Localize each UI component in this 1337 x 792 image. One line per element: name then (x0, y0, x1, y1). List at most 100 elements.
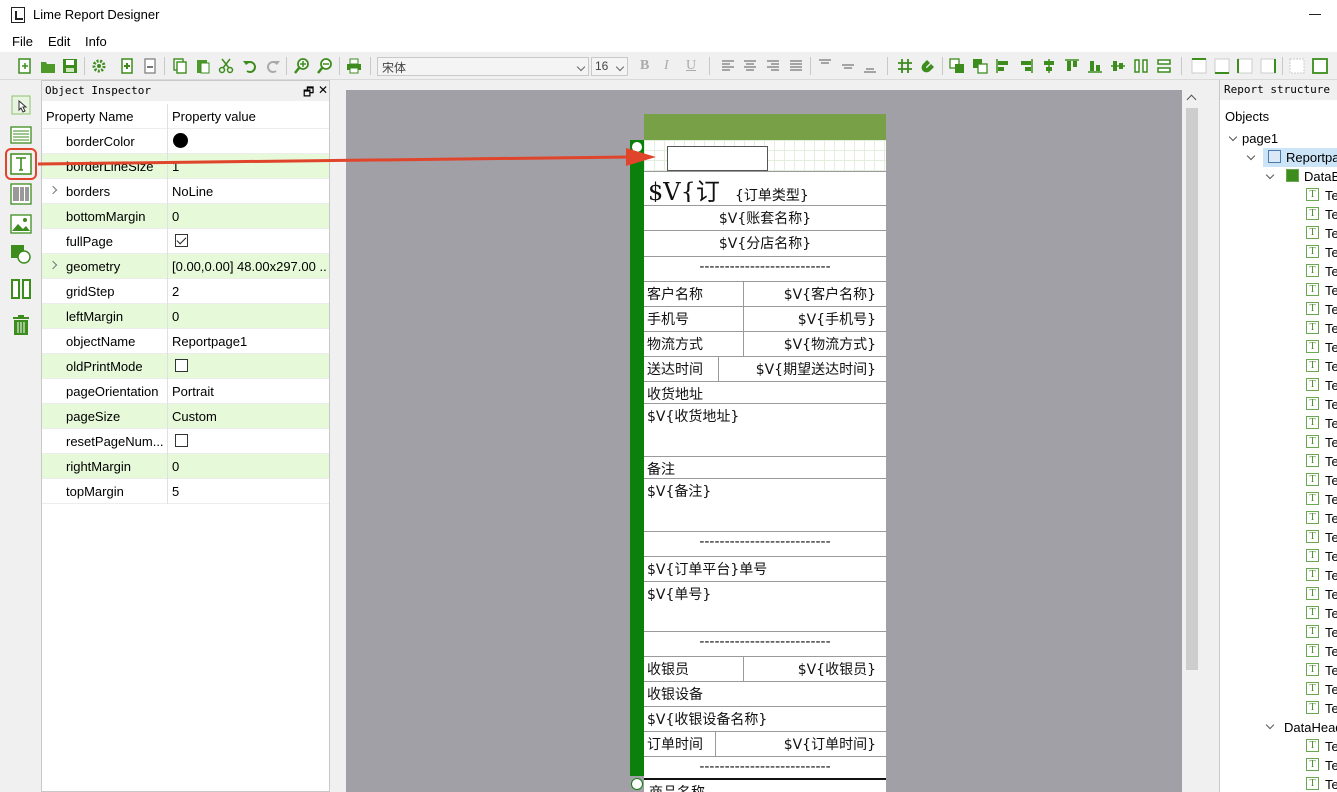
report-row[interactable]: 物流方式 $V{物流方式} (644, 331, 886, 357)
tree-text-item[interactable]: Te (1325, 701, 1337, 716)
valign-center-icon[interactable] (840, 58, 856, 74)
shape-icon[interactable] (10, 243, 32, 265)
report-row[interactable]: 收银员 $V{收银员} (644, 656, 886, 682)
report-row[interactable]: $V{订 {订单类型} (644, 171, 886, 205)
property-row-pageorientation[interactable]: pageOrientation Portrait (42, 379, 329, 404)
tree-text-item[interactable]: Te (1325, 473, 1337, 488)
report-row[interactable]: -------------------------- (644, 631, 886, 656)
align-lefts-icon[interactable] (995, 58, 1011, 74)
tree-text-item[interactable]: Te (1325, 739, 1337, 754)
report-row[interactable]: -------------------------- (644, 756, 886, 778)
trash-icon[interactable] (10, 314, 32, 336)
property-row-resetpagenum[interactable]: resetPageNum... (42, 429, 329, 454)
tree-text-item[interactable]: Te (1325, 625, 1337, 640)
align-hcenter-icon[interactable] (1041, 58, 1057, 74)
tree-text-item[interactable]: Te (1325, 663, 1337, 678)
property-row-topmargin[interactable]: topMargin 5 (42, 479, 329, 504)
tree-text-item[interactable]: Te (1325, 378, 1337, 393)
font-size-combo[interactable]: 16 (591, 57, 628, 76)
send-back-icon[interactable] (972, 58, 988, 74)
border-left-icon[interactable] (1237, 58, 1253, 74)
grid-icon[interactable] (897, 58, 913, 74)
chevron-down-icon[interactable] (1265, 170, 1275, 180)
property-row-objectname[interactable]: objectName Reportpage1 (42, 329, 329, 354)
valign-top-icon[interactable] (817, 58, 833, 74)
selected-text-item[interactable] (667, 146, 768, 171)
tree-text-item[interactable]: Te (1325, 587, 1337, 602)
color-swatch[interactable] (173, 133, 188, 148)
property-row-oldprintmode[interactable]: oldPrintMode (42, 354, 329, 379)
tree-text-item[interactable]: Te (1325, 758, 1337, 773)
italic-button[interactable]: I (664, 58, 669, 74)
border-bottom-icon[interactable] (1214, 58, 1230, 74)
property-row-pagesize[interactable]: pageSize Custom (42, 404, 329, 429)
report-row[interactable]: $V{收银设备名称} (644, 706, 886, 731)
tree-dataheader[interactable]: DataHead (1284, 720, 1337, 735)
tree-reportpage[interactable]: Reportpa (1286, 150, 1337, 165)
tree-text-item[interactable]: Te (1325, 606, 1337, 621)
report-row[interactable]: 订单时间 $V{订单时间} (644, 731, 886, 757)
tree-databand[interactable]: DataB (1304, 169, 1337, 184)
menu-edit[interactable]: Edit (48, 34, 70, 49)
valign-bottom-icon[interactable] (862, 58, 878, 74)
print-icon[interactable] (346, 58, 362, 74)
same-height-icon[interactable] (1156, 58, 1172, 74)
tree-text-item[interactable]: Te (1325, 207, 1337, 222)
tree-text-item[interactable]: Te (1325, 283, 1337, 298)
magnet-icon[interactable] (920, 58, 936, 74)
resetpagenum-checkbox[interactable] (175, 434, 188, 447)
tree-text-item[interactable]: Te (1325, 302, 1337, 317)
report-row[interactable]: -------------------------- (644, 256, 886, 281)
report-row[interactable]: 客户名称 $V{客户名称} (644, 281, 886, 307)
property-row-borders[interactable]: borders NoLine (42, 179, 329, 204)
font-family-combo[interactable]: 宋体 (377, 57, 589, 76)
tree-text-item[interactable]: Te (1325, 245, 1337, 260)
tree-text-item[interactable]: Te (1325, 682, 1337, 697)
property-row-bordercolor[interactable]: borderColor (42, 129, 329, 154)
report-row[interactable]: 手机号 $V{手机号} (644, 306, 886, 332)
tree-text-item[interactable]: Te (1325, 188, 1337, 203)
report-row[interactable]: -------------------------- (644, 531, 886, 556)
cut-icon[interactable] (218, 58, 234, 74)
align-tops-icon[interactable] (1064, 58, 1080, 74)
databand-bar[interactable] (630, 140, 644, 776)
undo-icon[interactable] (242, 58, 258, 74)
property-row-gridstep[interactable]: gridStep 2 (42, 279, 329, 304)
band-handle[interactable] (631, 141, 643, 153)
settings-gear-icon[interactable] (91, 58, 107, 74)
tree-text-item[interactable]: Te (1325, 340, 1337, 355)
property-row-leftmargin[interactable]: leftMargin 0 (42, 304, 329, 329)
report-page[interactable]: $V{订 {订单类型} $V{账套名称} $V{分店名称} ----------… (644, 114, 886, 792)
tree-text-item[interactable]: Te (1325, 416, 1337, 431)
save-icon[interactable] (62, 58, 78, 74)
add-page-icon[interactable] (119, 58, 135, 74)
tree-text-item[interactable]: Te (1325, 777, 1337, 792)
report-row[interactable]: $V{订单平台}单号 (644, 556, 886, 581)
tree-text-item[interactable]: Te (1325, 549, 1337, 564)
report-row[interactable]: 备注 (644, 456, 886, 478)
report-row[interactable]: 商品名称 (644, 778, 886, 792)
report-row[interactable]: 收银设备 (644, 681, 886, 706)
scroll-up-icon[interactable] (1186, 94, 1197, 105)
same-width-icon[interactable] (1133, 58, 1149, 74)
tree-text-item[interactable]: Te (1325, 530, 1337, 545)
tree-text-item[interactable]: Te (1325, 435, 1337, 450)
chevron-right-icon[interactable] (48, 260, 58, 270)
tree-text-item[interactable]: Te (1325, 397, 1337, 412)
property-row-geometry[interactable]: geometry [0.00,0.00] 48.00x297.00 ... (42, 254, 329, 279)
chevron-right-icon[interactable] (48, 185, 58, 195)
border-top-icon[interactable] (1191, 58, 1207, 74)
chevron-down-icon[interactable] (1246, 151, 1256, 161)
bold-button[interactable]: B (640, 58, 649, 74)
close-icon[interactable]: ✕ (318, 83, 328, 97)
all-borders-icon[interactable] (1312, 58, 1328, 74)
zoom-in-icon[interactable] (294, 58, 310, 74)
image-icon[interactable] (10, 213, 32, 235)
tree-text-item[interactable]: Te (1325, 359, 1337, 374)
band-handle[interactable] (631, 778, 643, 790)
underline-button[interactable]: U (686, 58, 696, 74)
menu-file[interactable]: File (12, 34, 33, 49)
new-report-icon[interactable] (17, 58, 33, 74)
tree-text-item[interactable]: Te (1325, 511, 1337, 526)
chevron-down-icon[interactable] (1228, 132, 1238, 142)
